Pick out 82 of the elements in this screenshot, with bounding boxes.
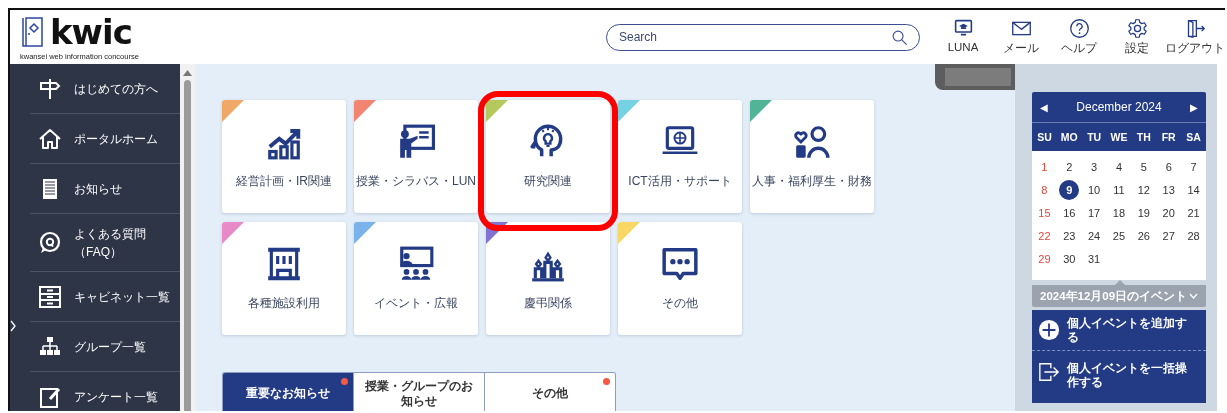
export-icon	[1038, 361, 1060, 383]
calendar-day[interactable]: 22	[1034, 225, 1055, 246]
notice-tab[interactable]: その他	[484, 373, 615, 411]
calendar-day[interactable]: 1	[1034, 156, 1055, 177]
house-icon	[38, 126, 62, 151]
category-tile[interactable]: イベント・広報	[354, 222, 478, 335]
calendar-day[interactable]: 24	[1084, 225, 1105, 246]
teacher-board-icon	[397, 123, 435, 161]
search-icon	[891, 28, 908, 46]
calendar-day[interactable]: 6	[1158, 156, 1179, 177]
weekday-label: TH	[1135, 131, 1152, 143]
notice-tab[interactable]: 重要なお知らせ	[223, 373, 353, 411]
person-heart-icon	[793, 123, 831, 161]
event-action-button[interactable]: 個人イベントを追加する	[1032, 310, 1206, 350]
weekday-label: TU	[1086, 131, 1103, 143]
chevron-right-icon	[10, 320, 16, 332]
calendar-day[interactable]: 25	[1109, 225, 1129, 246]
calendar-day[interactable]: 5	[1133, 156, 1154, 177]
chevron-down-icon	[1189, 293, 1198, 299]
search-field[interactable]: Search	[606, 23, 920, 51]
notice-tab[interactable]: 授業・グループのお知らせ	[353, 373, 484, 411]
previous-month-button[interactable]: ◀	[1040, 101, 1048, 113]
question-bubble-icon	[38, 230, 62, 255]
door-logo-icon	[20, 16, 44, 48]
calendar-day[interactable]: 18	[1109, 202, 1129, 223]
chat-bubble-icon	[661, 245, 699, 283]
nav-button[interactable]: メール	[992, 18, 1050, 56]
category-tile[interactable]: ICT活用・サポート	[618, 100, 742, 213]
scrollbar-thumb[interactable]	[184, 80, 191, 411]
calendar-day[interactable]: 28	[1183, 225, 1204, 246]
calendar-day[interactable]: 12	[1133, 179, 1154, 200]
calendar-day[interactable]: 13	[1158, 179, 1179, 200]
weekday-label: SU	[1036, 131, 1053, 143]
category-tile[interactable]: 慶弔関係	[486, 222, 610, 335]
signpost-icon	[38, 76, 62, 101]
month-title: December 2024	[1076, 100, 1162, 114]
calendar-day[interactable]: 9	[1059, 179, 1080, 200]
calendar-day[interactable]: 20	[1158, 202, 1179, 223]
nav-button[interactable]: ヘルプ	[1050, 18, 1108, 56]
calendar-day[interactable]: 7	[1183, 156, 1204, 177]
nav-button[interactable]: LUNA	[934, 18, 992, 56]
category-tile[interactable]: その他	[618, 222, 742, 335]
weekday-label: SA	[1185, 131, 1202, 143]
category-tile[interactable]: 研究関連	[486, 100, 610, 213]
calendar-day[interactable]: 16	[1059, 202, 1080, 223]
calendar-day[interactable]: 23	[1059, 225, 1080, 246]
monitor-icon	[952, 18, 974, 39]
calendar-day[interactable]: 19	[1133, 202, 1154, 223]
calendar-day[interactable]: 10	[1084, 179, 1105, 200]
category-tile[interactable]: 経営計画・IR関連	[222, 100, 346, 213]
plus-circle-icon	[1038, 319, 1060, 341]
next-month-button[interactable]: ▶	[1190, 101, 1198, 113]
audience-icon	[397, 245, 435, 283]
calendar-day[interactable]: 11	[1109, 179, 1129, 200]
calendar-day[interactable]: 8	[1034, 179, 1055, 200]
help-icon	[1068, 18, 1090, 39]
weekday-label: WE	[1109, 131, 1129, 143]
calendar-day[interactable]: 17	[1084, 202, 1105, 223]
calendar-day[interactable]: 3	[1084, 156, 1105, 177]
nav-button[interactable]: ログアウト	[1166, 18, 1224, 56]
calendar-day[interactable]: 26	[1133, 225, 1154, 246]
calendar-day[interactable]: 27	[1158, 225, 1179, 246]
building-icon	[265, 245, 303, 283]
weekday-label: MO	[1059, 131, 1079, 143]
cabinet-icon	[38, 284, 62, 309]
calendar-day[interactable]: 4	[1109, 156, 1129, 177]
category-tile[interactable]: 授業・シラバス・LUN	[354, 100, 478, 213]
nav-button[interactable]: 設定	[1108, 18, 1166, 56]
calendar-day[interactable]: 31	[1084, 248, 1105, 269]
category-tile[interactable]: 人事・福利厚生・財務	[750, 100, 874, 213]
scroll-up-icon[interactable]	[183, 70, 192, 76]
calendar-day[interactable]: 30	[1059, 248, 1080, 269]
calendar-day[interactable]: 21	[1183, 202, 1204, 223]
weekday-label: FR	[1160, 131, 1177, 143]
logo-wordmark: kwic	[50, 13, 132, 51]
category-tile[interactable]: 各種施設利用	[222, 222, 346, 335]
calendar-day[interactable]: 29	[1034, 248, 1055, 269]
event-action-button[interactable]: 個人イベントを一括操作する	[1032, 350, 1206, 403]
calendar-day[interactable]: 15	[1034, 202, 1055, 223]
calendar-day[interactable]: 14	[1183, 179, 1204, 200]
calendar-day[interactable]: 2	[1059, 156, 1080, 177]
settings-icon	[1126, 18, 1148, 39]
